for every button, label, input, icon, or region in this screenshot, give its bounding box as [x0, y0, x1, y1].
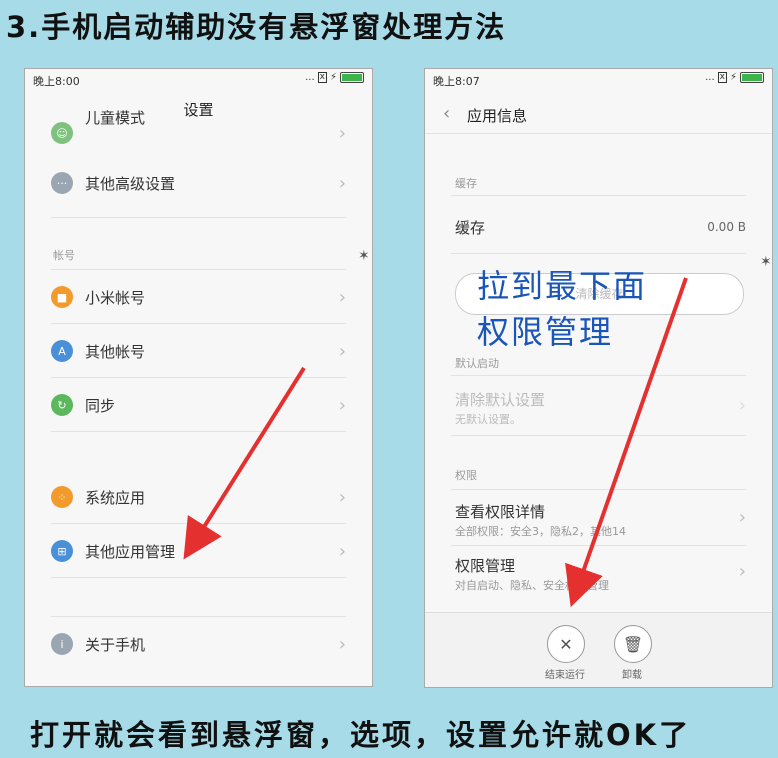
charging-icon: ⚡	[329, 72, 337, 83]
close-icon: ✕	[559, 634, 573, 654]
divider	[51, 431, 346, 432]
divider	[451, 489, 746, 490]
list-item-label: 儿童模式	[85, 108, 146, 127]
section-label-permissions: 权限	[455, 469, 477, 482]
divider	[451, 375, 746, 376]
status-bar: 晚上8:07 ... x ⚡	[425, 69, 772, 91]
battery-icon	[740, 72, 764, 83]
chevron-right-icon: ›	[338, 486, 346, 508]
child-mode-icon: ☺	[51, 122, 73, 144]
section-label-account: 帐号	[53, 249, 75, 262]
battery-icon	[340, 72, 364, 83]
cache-value: 0.00 B	[707, 220, 746, 234]
divider	[425, 133, 772, 134]
account-icon: A	[51, 340, 73, 362]
divider	[51, 217, 346, 218]
divider	[51, 616, 346, 617]
list-item-label: 系统应用	[85, 488, 146, 507]
back-arrow-icon[interactable]: ‹	[443, 103, 450, 124]
chevron-right-icon: ›	[338, 286, 346, 308]
stop-running-label: 结束运行	[545, 670, 585, 681]
bottom-caption: 打开就会看到悬浮窗，选项，设置允许就OK了	[30, 718, 692, 752]
list-item-about-phone[interactable]: i 关于手机 ›	[51, 618, 346, 670]
list-item-sync[interactable]: ↻ 同步 ›	[51, 379, 346, 431]
view-permissions-label: 查看权限详情	[455, 503, 546, 521]
trash-icon: 🗑	[622, 634, 644, 654]
list-item-other-accounts[interactable]: A 其他帐号 ›	[51, 325, 346, 377]
chevron-right-icon: ›	[738, 561, 746, 582]
divider	[51, 377, 346, 378]
list-item-label: 其他高级设置	[85, 174, 176, 193]
permission-manage-sub: 对自启动、隐私、安全权限管理	[455, 579, 609, 592]
chevron-right-icon: ›	[338, 633, 346, 655]
list-item-label: 其他应用管理	[85, 542, 176, 561]
chevron-right-icon: ›	[338, 122, 346, 144]
signal-dots: ...	[305, 72, 315, 83]
divider	[451, 195, 746, 196]
chevron-right-icon: ›	[738, 507, 746, 528]
list-item-label: 同步	[85, 396, 116, 415]
stop-running-button[interactable]: ✕	[547, 625, 585, 663]
divider	[451, 435, 746, 436]
divider	[51, 523, 346, 524]
more-dots-icon: ···	[51, 172, 73, 194]
view-permissions-sub: 全部权限：安全3，隐私2，其他14	[455, 525, 626, 538]
chevron-right-icon: ›	[338, 340, 346, 362]
list-item-child-mode[interactable]: ☺ 儿童模式 ›	[51, 107, 346, 159]
floating-bug-icon: ✶	[760, 254, 772, 270]
sim-icon: x	[717, 72, 727, 83]
sim-icon: x	[317, 72, 327, 83]
list-item-other-apps-manage[interactable]: ⊞ 其他应用管理 ›	[51, 525, 346, 577]
status-bar: 晚上8:00 ... x ⚡	[25, 69, 372, 91]
sync-icon: ↻	[51, 394, 73, 416]
settings-screen: 晚上8:00 ... x ⚡ 设置 ☺ 儿童模式 › ··· 其他高级设置 › …	[24, 68, 373, 687]
divider	[51, 323, 346, 324]
status-icons: ... x ⚡	[705, 72, 764, 83]
floating-bug-icon: ✶	[358, 248, 370, 264]
chevron-right-icon: ›	[738, 395, 746, 416]
bottom-action-bar: ✕ 结束运行 🗑 卸载	[425, 612, 772, 687]
apps-manage-icon: ⊞	[51, 540, 73, 562]
chevron-right-icon: ›	[338, 540, 346, 562]
clear-default-label: 清除默认设置	[455, 391, 546, 409]
divider	[451, 253, 746, 254]
list-item-mi-account[interactable]: ■ 小米帐号 ›	[51, 271, 346, 323]
list-item-label: 小米帐号	[85, 288, 146, 307]
list-item-label: 其他帐号	[85, 342, 146, 361]
status-time: 晚上8:07	[433, 75, 480, 88]
cache-label: 缓存	[455, 219, 486, 237]
list-item-advanced-settings[interactable]: ··· 其他高级设置 ›	[51, 157, 346, 209]
info-icon: i	[51, 633, 73, 655]
status-icons: ... x ⚡	[305, 72, 364, 83]
divider	[51, 577, 346, 578]
overlay-instruction-line1: 拉到最下面	[477, 267, 648, 305]
mi-account-icon: ■	[51, 286, 73, 308]
page-title: 3.手机启动辅助没有悬浮窗处理方法	[6, 10, 507, 44]
uninstall-label: 卸载	[622, 670, 642, 681]
chevron-right-icon: ›	[338, 394, 346, 416]
section-label-default-launch: 默认启动	[455, 357, 499, 370]
chevron-right-icon: ›	[338, 172, 346, 194]
divider	[451, 545, 746, 546]
app-info-screen: 晚上8:07 ... x ⚡ ‹ 应用信息 缓存 缓存 0.00 B 清除缓存 …	[424, 68, 773, 688]
clear-default-sub: 无默认设置。	[455, 413, 521, 426]
section-label-cache: 缓存	[455, 177, 477, 190]
app-info-header: 应用信息	[467, 107, 528, 125]
divider	[51, 269, 346, 270]
signal-dots: ...	[705, 72, 715, 83]
status-time: 晚上8:00	[33, 75, 80, 88]
system-apps-icon: ⁘	[51, 486, 73, 508]
list-item-system-apps[interactable]: ⁘ 系统应用 ›	[51, 471, 346, 523]
list-item-label: 关于手机	[85, 635, 146, 654]
overlay-instruction-line2: 权限管理	[477, 313, 614, 351]
charging-icon: ⚡	[729, 72, 737, 83]
uninstall-button[interactable]: 🗑	[614, 625, 652, 663]
permission-manage-label: 权限管理	[455, 557, 516, 575]
